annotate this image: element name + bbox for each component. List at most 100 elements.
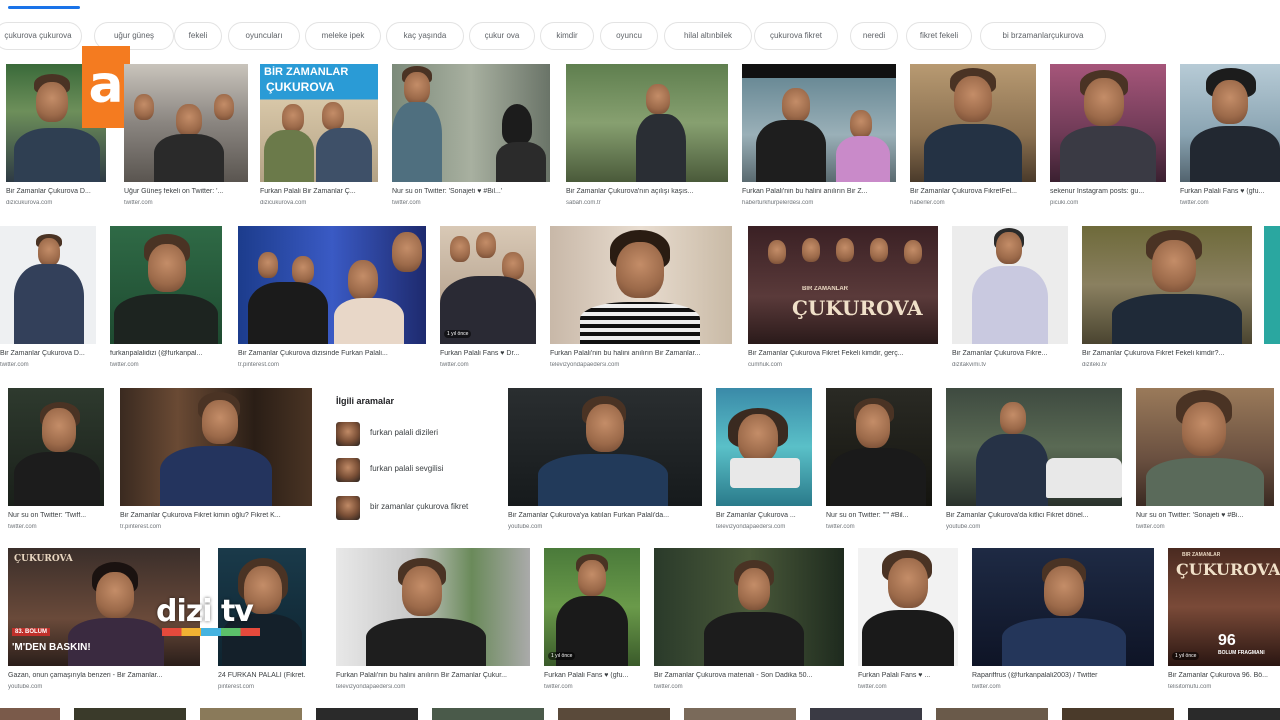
chip-neredi[interactable]: neredi [850, 22, 898, 50]
image-result[interactable]: Furkan Palali Fans ♥ (gfu... twitter.com [1180, 64, 1280, 214]
image-result[interactable]: Bir Zamanlar Çukurova materiali - Son Da… [654, 548, 844, 698]
result-source: twitter.com [0, 362, 29, 368]
image-result[interactable]: Rapariffrus (@furkanpalali2003) / Twitte… [972, 548, 1154, 698]
image-result[interactable]: Nur su on Twitter: 'Sonajeti ♥ #Bil...' … [392, 64, 550, 214]
show-title-overlay: ÇUKUROVA [1176, 560, 1280, 579]
result-thumbnail [1180, 64, 1280, 182]
related-search-item[interactable]: furkan palali sevgilisi [330, 456, 494, 486]
image-result[interactable]: 1 yıl önce Furkan Palali Fans ♥ Dr... tw… [440, 226, 536, 376]
image-result[interactable] [1062, 708, 1174, 720]
result-thumbnail [742, 64, 896, 182]
image-result[interactable]: Bir Zamanlar Çukurova'nın açılışı kaşıs.… [566, 64, 728, 214]
result-thumbnail: BİR ZAMANLAR ÇUKUROVA [748, 226, 938, 344]
image-result[interactable]: Nur su on Twitter: 'Sonajeti ♥ #Bi... tw… [1136, 388, 1274, 538]
related-search-item[interactable]: furkan palali dizileri [330, 420, 494, 450]
image-result[interactable] [936, 708, 1048, 720]
chip-oyuncu[interactable]: oyuncu [600, 22, 658, 50]
result-caption: Furkan Palali Fans ♥ Dr... [440, 350, 520, 357]
result-caption: Bir Zamanlar Çukurova'ya katılan Furkan … [508, 512, 670, 519]
result-thumbnail [0, 708, 60, 720]
result-thumbnail: 1 yıl önce [544, 548, 640, 666]
result-caption: Furkan Palali'nin bu halini anılırın Bir… [550, 350, 701, 357]
image-result[interactable] [684, 708, 796, 720]
result-thumbnail [124, 64, 248, 182]
image-result[interactable] [1264, 226, 1280, 376]
result-source: picuki.com [1050, 200, 1079, 206]
result-source: haberler.com [910, 200, 945, 206]
related-searches-panel: İlgili aramalar furkan palali dizileri f… [330, 388, 494, 528]
result-thumbnail [316, 708, 418, 720]
show-title-overlay: ÇUKUROVA [14, 554, 73, 564]
image-result[interactable]: Nur su on Twitter: '"" #Bil... twitter.c… [826, 388, 932, 538]
result-source: youtube.com [946, 524, 981, 530]
chip-fikret-fekeli[interactable]: fikret fekeli [906, 22, 972, 50]
image-result[interactable] [0, 708, 60, 720]
related-search-item[interactable]: bir zamanlar çukurova fikret [330, 494, 494, 524]
result-caption: Bir Zamanlar Çukurova Fikret kimin oğlu?… [120, 512, 281, 519]
image-result[interactable]: BİR ZAMANLAR ÇUKUROVA Furkan Palali Bir … [260, 64, 378, 214]
chip-meleke-ipek[interactable]: meleke ipek [305, 22, 381, 50]
result-thumbnail [110, 226, 222, 344]
result-source: televizyondapaedersi.com [550, 362, 620, 368]
result-thumbnail [120, 388, 312, 506]
image-result[interactable] [558, 708, 670, 720]
result-thumbnail [0, 226, 96, 344]
image-result[interactable]: Nur su on Twitter: 'Twiff... twitter.com [8, 388, 104, 538]
image-result[interactable]: Furkan Palali'nin bu halini anılırın Bir… [742, 64, 896, 214]
show-title-overlay: BİR ZAMANLAR [802, 286, 848, 292]
chip-cukurova[interactable]: çukurova çukurova [0, 22, 82, 50]
related-search-label: furkan palali sevgilisi [370, 464, 444, 473]
image-result[interactable]: Uğur Güneş fekeli on Twitter: '... twitt… [124, 64, 248, 214]
result-source: youtube.com [8, 684, 43, 690]
active-tab-indicator [8, 6, 80, 9]
image-result[interactable] [316, 708, 418, 720]
result-source: twitter.com [972, 684, 1001, 690]
image-result[interactable]: Bir Zamanlar Çukurova Fikret kimin oğlu?… [120, 388, 312, 538]
chip-kac-yasinda[interactable]: kaç yaşında [386, 22, 464, 50]
image-result[interactable]: BİR ZAMANLAR ÇUKUROVA 96 BÖLÜM FRAGMANI … [1168, 548, 1280, 698]
chip-bir-zamanlar-cukurova[interactable]: bi brzamanlarçukurova [980, 22, 1106, 50]
dizi-tv-wordmark: dizi tv [156, 594, 254, 629]
result-source: twitter.com [1180, 200, 1209, 206]
image-result[interactable]: sekenur Instagram posts: gu... picuki.co… [1050, 64, 1166, 214]
image-result[interactable]: Bir Zamanlar Çukurova dizisinde Furkan P… [238, 226, 426, 376]
image-result[interactable]: Furkan Palali'nin bu halini anılırın Bir… [336, 548, 530, 698]
image-result[interactable] [1188, 708, 1280, 720]
result-caption: Bir Zamanlar Çukurova FikretFel... [910, 188, 1017, 195]
image-result[interactable]: Bir Zamanlar Çukurova'ya katılan Furkan … [508, 388, 702, 538]
result-thumbnail [1062, 708, 1174, 720]
image-result[interactable]: Bir Zamanlar Çukurova D... twitter.com [0, 226, 96, 376]
image-result[interactable] [810, 708, 922, 720]
image-result[interactable]: Bir Zamanlar Çukurova ... televizyondapa… [716, 388, 812, 538]
result-source: dizicukurova.com [260, 200, 307, 206]
image-result[interactable]: Bir Zamanlar Çukurova Fikret Fekeli kimd… [1082, 226, 1252, 376]
image-result[interactable]: Bir Zamanlar Çukurova'da kitlici Fikret … [946, 388, 1122, 538]
chip-hilal-altinbilek[interactable]: hilal altınbilek [664, 22, 752, 50]
image-result[interactable]: 1 yıl önce Furkan Palali Fans ♥ (gfu... … [544, 548, 640, 698]
image-result[interactable] [200, 708, 302, 720]
age-badge: 1 yıl önce [444, 330, 472, 338]
image-result[interactable] [432, 708, 544, 720]
chip-oyunculari[interactable]: oyuncuları [228, 22, 300, 50]
image-result[interactable]: Furkan Palali'nin bu halini anılırın Bir… [550, 226, 732, 376]
result-caption: Bir Zamanlar Çukurova'da kitlici Fikret … [946, 512, 1089, 519]
image-result[interactable]: Furkan Palali Fans ♥ ... twitter.com [858, 548, 958, 698]
result-thumbnail [1050, 64, 1166, 182]
show-title-overlay: ÇUKUROVA [792, 296, 923, 320]
image-result[interactable]: furkanpalalidizi (@furkanpal... twitter.… [110, 226, 222, 376]
image-result[interactable]: BİR ZAMANLAR ÇUKUROVA Bir Zamanlar Çukur… [748, 226, 938, 376]
chip-kimdir[interactable]: kimdir [540, 22, 594, 50]
image-result[interactable] [74, 708, 186, 720]
result-source: tr.pinterest.com [238, 362, 280, 368]
chip-fekeli[interactable]: fekeli [174, 22, 222, 50]
chip-cukurova-fikret[interactable]: çukurova fikret [754, 22, 838, 50]
result-caption: Bir Zamanlar Çukurova Fikre... [952, 350, 1048, 357]
chip-cukur-ova[interactable]: çukur ova [469, 22, 535, 50]
image-result[interactable]: Bir Zamanlar Çukurova FikretFel... haber… [910, 64, 1036, 214]
dizi-tv-color-bar [162, 628, 260, 636]
result-source: televizyondapaedersi.com [336, 684, 406, 690]
image-result[interactable]: Bir Zamanlar Çukurova Fikre... dizitakvi… [952, 226, 1068, 376]
result-source: dizicukurova.com [6, 200, 53, 206]
result-caption: Furkan Palali Bir Zamanlar Ç... [260, 188, 356, 195]
result-thumbnail [952, 226, 1068, 344]
